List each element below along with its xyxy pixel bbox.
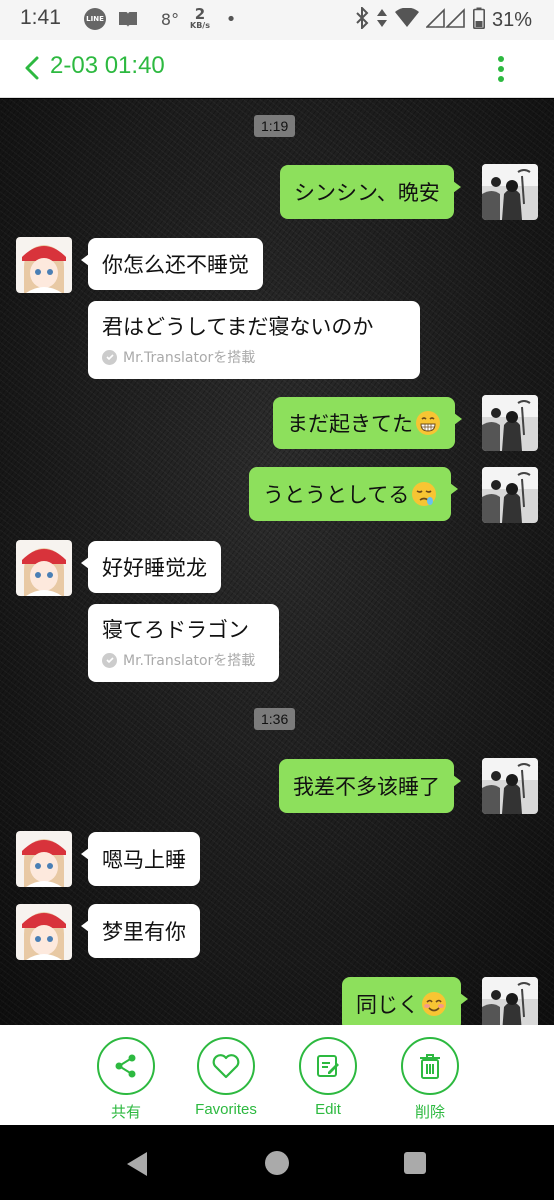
- network-speed: 2 KB/s: [186, 4, 214, 30]
- my-avatar-photo: [482, 977, 538, 1025]
- timestamp: 1:36: [254, 708, 296, 730]
- signal-icon: [425, 8, 466, 32]
- friend-avatar-anime: [16, 904, 72, 960]
- message-text: 梦里有你: [102, 920, 186, 944]
- message-bubble-received[interactable]: 梦里有你: [81, 904, 200, 958]
- share-label: 共有: [110, 1104, 141, 1121]
- friend-avatar-anime: [16, 540, 72, 596]
- favorites-button-circle[interactable]: [197, 1037, 255, 1095]
- edit-button[interactable]: Edit: [278, 1037, 378, 1118]
- avatar[interactable]: [16, 237, 72, 293]
- message-bubble-sent[interactable]: うとうとしてる: [249, 467, 459, 521]
- my-avatar-photo: [482, 467, 538, 523]
- network-speed-unit: KB/s: [190, 20, 210, 30]
- trash-icon: [420, 1054, 440, 1079]
- share-button-circle[interactable]: [97, 1037, 155, 1095]
- my-avatar-photo: [482, 758, 538, 814]
- avatar[interactable]: [482, 395, 538, 451]
- sleepy-face-icon: [411, 481, 437, 507]
- translator-note: Mr.Translatorを搭載: [102, 650, 265, 670]
- avatar[interactable]: [16, 904, 72, 960]
- share-icon: [115, 1054, 136, 1078]
- check-icon: [102, 349, 117, 365]
- system-navigation-bar: [0, 1125, 554, 1200]
- message-text: まだ起きてた: [287, 412, 413, 436]
- message-text: シンシン、晩安: [294, 181, 440, 205]
- status-bar: 1:41 LINE 8° 2 KB/s • 31%: [0, 0, 554, 40]
- friend-avatar-anime: [16, 831, 72, 887]
- book-icon: [118, 8, 138, 30]
- data-arrows-icon: [376, 7, 388, 33]
- more-options-icon[interactable]: [492, 54, 510, 84]
- translator-note: Mr.Translatorを搭載: [102, 347, 406, 367]
- home-circle-icon[interactable]: [264, 1150, 290, 1180]
- avatar[interactable]: [16, 831, 72, 887]
- notification-dot: •: [225, 8, 237, 30]
- message-text: 我差不多该睡了: [293, 775, 440, 799]
- share-button[interactable]: 共有: [76, 1037, 176, 1122]
- back-triangle-icon[interactable]: [125, 1151, 149, 1181]
- translation-text: 君はどうしてまだ寝ないのか: [102, 315, 374, 339]
- favorites-label: Favorites: [195, 1101, 257, 1118]
- action-bar: 共有 Favorites Edit 削除: [0, 1025, 554, 1125]
- avatar[interactable]: [16, 540, 72, 596]
- temperature-text: 8°: [160, 9, 180, 29]
- message-bubble-sent[interactable]: 我差不多该睡了: [279, 759, 461, 813]
- avatar[interactable]: [482, 977, 538, 1025]
- check-icon: [102, 652, 117, 668]
- favorites-button[interactable]: Favorites: [176, 1037, 276, 1118]
- translation-bubble[interactable]: 君はどうしてまだ寝ないのか Mr.Translatorを搭載: [88, 301, 420, 379]
- edit-button-circle[interactable]: [299, 1037, 357, 1095]
- message-bubble-received[interactable]: 嗯马上睡: [81, 832, 200, 886]
- avatar[interactable]: [482, 164, 538, 220]
- battery-icon: [472, 7, 485, 33]
- page-title: 2-03 01:40: [50, 52, 165, 79]
- message-text: 同じく: [356, 993, 419, 1017]
- edit-label: Edit: [315, 1101, 341, 1118]
- bluetooth-icon: [355, 5, 369, 33]
- translation-text: 寝てろドラゴン: [102, 618, 249, 642]
- network-speed-value: 2: [194, 4, 206, 23]
- wifi-icon: [394, 7, 419, 32]
- my-avatar-photo: [482, 395, 538, 451]
- message-bubble-received[interactable]: 你怎么还不睡觉: [81, 238, 263, 290]
- back-arrow-icon[interactable]: [22, 54, 44, 82]
- delete-button-circle[interactable]: [401, 1037, 459, 1095]
- message-text: 好好睡觉龙: [102, 556, 207, 580]
- message-bubble-sent[interactable]: シンシン、晩安: [280, 165, 461, 219]
- status-right: 31%: [355, 5, 532, 33]
- translator-label: Mr.Translatorを搭載: [123, 653, 256, 669]
- heart-icon: [212, 1054, 240, 1079]
- delete-button[interactable]: 削除: [380, 1037, 480, 1122]
- grinning-face-icon: [415, 410, 441, 436]
- battery-percent: 31%: [491, 8, 532, 31]
- chat-header: 2-03 01:40: [0, 40, 554, 98]
- friend-avatar-anime: [16, 237, 72, 293]
- message-bubble-received[interactable]: 好好睡觉龙: [81, 541, 221, 593]
- message-text: 嗯马上睡: [102, 848, 186, 872]
- my-avatar-photo: [482, 164, 538, 220]
- delete-label: 削除: [414, 1104, 445, 1121]
- line-app-icon: LINE: [84, 8, 106, 30]
- message-text: 你怎么还不睡觉: [102, 253, 249, 277]
- recents-square-icon[interactable]: [403, 1151, 427, 1179]
- avatar[interactable]: [482, 467, 538, 523]
- translation-bubble[interactable]: 寝てろドラゴン Mr.Translatorを搭載: [88, 604, 279, 682]
- smiling-face-icon: [421, 991, 447, 1017]
- avatar[interactable]: [482, 758, 538, 814]
- message-text: うとうとしてる: [263, 483, 410, 507]
- edit-icon: [317, 1055, 339, 1077]
- chat-area[interactable]: 1:19 シンシン、晩安 你怎么还不睡觉 君はどうしてまだ寝ないのか Mr.Tr…: [0, 99, 554, 1025]
- timestamp: 1:19: [254, 115, 296, 137]
- message-bubble-sent[interactable]: 同じく: [342, 977, 468, 1025]
- message-bubble-sent[interactable]: まだ起きてた: [273, 397, 462, 449]
- translator-label: Mr.Translatorを搭載: [123, 350, 256, 366]
- status-time: 1:41: [20, 6, 61, 29]
